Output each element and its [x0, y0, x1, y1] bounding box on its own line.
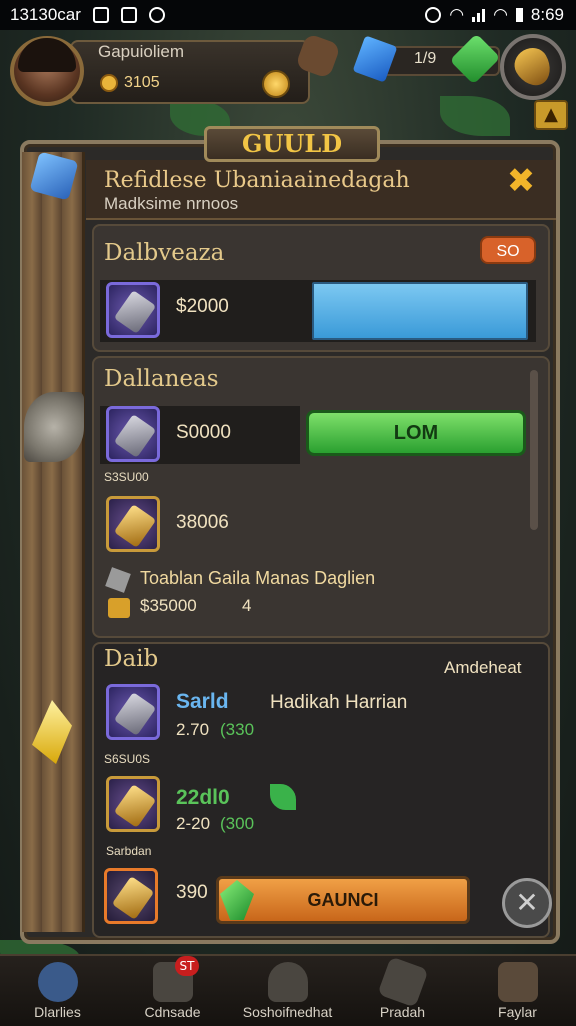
- resource-count: 1/9: [414, 50, 437, 67]
- decorative-pillar: [22, 152, 85, 932]
- helmet-icon: [268, 962, 308, 1002]
- item-slot[interactable]: [104, 868, 158, 924]
- item-price-alt: (300: [220, 814, 255, 833]
- nav-item-chat[interactable]: ST Cdnsade: [115, 956, 230, 1026]
- nav-label: Pradah: [379, 1004, 426, 1020]
- nav-label: Faylar: [498, 1004, 537, 1020]
- leaf-decoration: [440, 96, 510, 136]
- item-name: 22dl0: [176, 786, 230, 809]
- status-bar: 13130car ◠ ◠ 8:69: [0, 0, 576, 30]
- row-value: 390: [176, 882, 208, 903]
- item-slot[interactable]: [106, 684, 160, 740]
- confirm-button[interactable]: GAUNCI: [216, 876, 470, 924]
- bottom-navigation: Dlarlies ST Cdnsade Soshoifnedhat Pradah…: [0, 954, 576, 1026]
- axe-icon: [113, 784, 157, 828]
- footer-count: 4: [242, 596, 252, 615]
- hammer-icon: [113, 692, 157, 736]
- footer-text: Toablan Gaila Manas Daglien: [140, 568, 376, 588]
- sync-icon: [148, 7, 165, 23]
- item-price-alt: (330: [220, 720, 255, 739]
- footer-amount: $35000: [140, 596, 197, 615]
- item-caption: Sarbdan: [106, 844, 152, 858]
- hammer-icon: [113, 290, 157, 334]
- treasure-icon: [108, 598, 130, 618]
- join-button[interactable]: LOM: [306, 410, 526, 456]
- panel-title: GUULD: [204, 126, 380, 162]
- chest-icon: [111, 876, 155, 920]
- item-name: Sarld: [176, 690, 229, 713]
- swirl-ornament-icon: [24, 392, 84, 462]
- row-value: S0000: [176, 422, 231, 443]
- alert-button[interactable]: ▲: [534, 100, 568, 130]
- compass-icon: [38, 962, 78, 1002]
- item-slot[interactable]: [106, 496, 160, 552]
- alarm-icon: [425, 7, 442, 23]
- nav-label: Dlarlies: [34, 1004, 81, 1020]
- item-slot[interactable]: [106, 406, 160, 462]
- item-slot[interactable]: [106, 776, 160, 832]
- notification-icon: [120, 7, 137, 23]
- item-price: 2-20: [176, 814, 211, 833]
- wifi-icon: ◠: [449, 5, 465, 24]
- player-name: Gapuioliem: [98, 42, 184, 61]
- item-caption: S6SU0S: [104, 752, 151, 766]
- item-slot[interactable]: [106, 282, 160, 338]
- nav-item-settings[interactable]: Faylar: [460, 956, 575, 1026]
- settings-icon: [498, 962, 538, 1002]
- section3-right-label: Amdeheat: [444, 658, 522, 677]
- battery-icon: [515, 8, 523, 22]
- close-icon[interactable]: ✖: [498, 158, 544, 204]
- item-caption: S3SU00: [104, 470, 149, 484]
- coin-icon: [100, 74, 118, 92]
- notification-badge: ST: [175, 956, 199, 976]
- image-icon: [92, 7, 109, 23]
- item-price: 2.70: [176, 720, 210, 739]
- row-value: $2000: [176, 296, 229, 317]
- cancel-button[interactable]: ✕: [502, 878, 552, 928]
- section1-heading: Dalbveaza: [104, 240, 225, 266]
- scrollbar[interactable]: [530, 370, 538, 530]
- section2-heading: Dallaneas: [104, 366, 219, 392]
- gear-icon: [377, 956, 429, 1008]
- scepter-icon: [113, 414, 157, 458]
- nav-label: Soshoifnedhat: [242, 1004, 333, 1020]
- header-title: Refidlese Ubaniaainedagah: [104, 168, 410, 193]
- status-time-right: 8:69: [530, 5, 564, 24]
- nav-item-guild[interactable]: Soshoifnedhat: [230, 956, 345, 1026]
- item-title: Hadikah Harrian: [270, 692, 408, 713]
- wifi2-icon: ◠: [493, 5, 508, 24]
- header-subtitle: Madksime nrnoos: [104, 194, 239, 213]
- status-badge: SO: [480, 236, 536, 264]
- green-gem-icon[interactable]: [449, 33, 501, 85]
- section3-heading: Daib: [104, 646, 159, 672]
- nav-label: Cdnsade: [144, 1004, 201, 1020]
- nav-item-diaries[interactable]: Dlarlies: [0, 956, 115, 1026]
- row-value: 38006: [176, 512, 229, 533]
- status-time-left: 13130car: [10, 5, 81, 24]
- blue-action-button[interactable]: [312, 282, 528, 340]
- coin-shop-icon[interactable]: [262, 70, 290, 98]
- crown-icon: [113, 504, 157, 548]
- nav-item-profile[interactable]: Pradah: [345, 956, 460, 1026]
- signal-icon: [472, 8, 486, 22]
- gold-amount: 3105: [124, 74, 160, 91]
